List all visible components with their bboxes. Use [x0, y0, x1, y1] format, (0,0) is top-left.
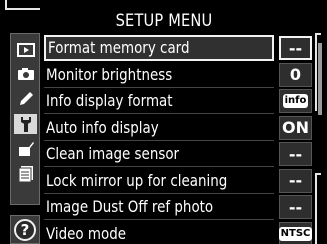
ntsc-badge: NTSC [278, 226, 313, 241]
menu-item-auto-info-display[interactable]: Auto info display ON [44, 115, 320, 141]
tab-recent-settings[interactable] [14, 164, 37, 184]
menu-item-value: -- [279, 195, 312, 219]
tab-playback[interactable] [14, 40, 37, 60]
playback-icon [16, 43, 35, 57]
menu-item-value: -- [279, 168, 312, 193]
help-button[interactable]: ? [10, 215, 40, 244]
pencil-icon [19, 92, 33, 105]
menu-item-value: ON [279, 115, 312, 140]
pointer-line [5, 8, 40, 10]
tab-shooting[interactable] [14, 64, 37, 84]
menu-item-label: Lock mirror up for cleaning [46, 170, 228, 190]
menu-item-monitor-brightness[interactable]: Monitor brightness 0 [44, 62, 320, 88]
info-badge: info [282, 94, 309, 108]
camera-icon [17, 68, 34, 80]
scroll-bracket [315, 173, 321, 244]
menu-item-label: Video mode [46, 223, 127, 243]
menu-title: SETUP MENU [115, 11, 213, 31]
tab-custom-settings[interactable] [14, 89, 37, 109]
tab-setup[interactable] [14, 114, 37, 134]
menu-item-info-display-format[interactable]: Info display format info [44, 88, 320, 114]
menu-item-video-mode[interactable]: Video mode NTSC [44, 221, 320, 244]
menu-list: Format memory card -- Monitor brightness… [44, 35, 320, 244]
menu-tabs [10, 33, 40, 205]
menu-item-format-memory-card[interactable]: Format memory card -- [44, 35, 320, 61]
retouch-icon [18, 142, 34, 156]
menu-item-lock-mirror-up[interactable]: Lock mirror up for cleaning -- [44, 168, 320, 194]
menu-item-label: Monitor brightness [46, 64, 173, 84]
menu-item-label: Format memory card [48, 38, 190, 57]
wrench-icon [20, 117, 31, 132]
menu-item-value: 0 [279, 62, 312, 87]
help-icon: ? [14, 218, 36, 241]
menu-item-value: -- [279, 36, 312, 60]
tab-retouch[interactable] [14, 139, 37, 159]
camera-setup-screen: SETUP MENU ? Format memory card -- Monit… [0, 0, 327, 244]
menu-item-label: Clean image sensor [46, 144, 180, 163]
menu-item-image-dust-off[interactable]: Image Dust Off ref photo -- [44, 194, 320, 220]
scroll-thumb[interactable] [318, 43, 322, 115]
menu-item-value: -- [279, 142, 312, 166]
menu-item-label: Info display format [46, 91, 173, 110]
scrollbar[interactable] [315, 33, 322, 244]
menu-item-label: Image Dust Off ref photo [46, 197, 214, 216]
menu-item-clean-image-sensor[interactable]: Clean image sensor -- [44, 141, 320, 167]
menu-item-label: Auto info display [46, 117, 159, 137]
recent-settings-icon [18, 166, 33, 183]
